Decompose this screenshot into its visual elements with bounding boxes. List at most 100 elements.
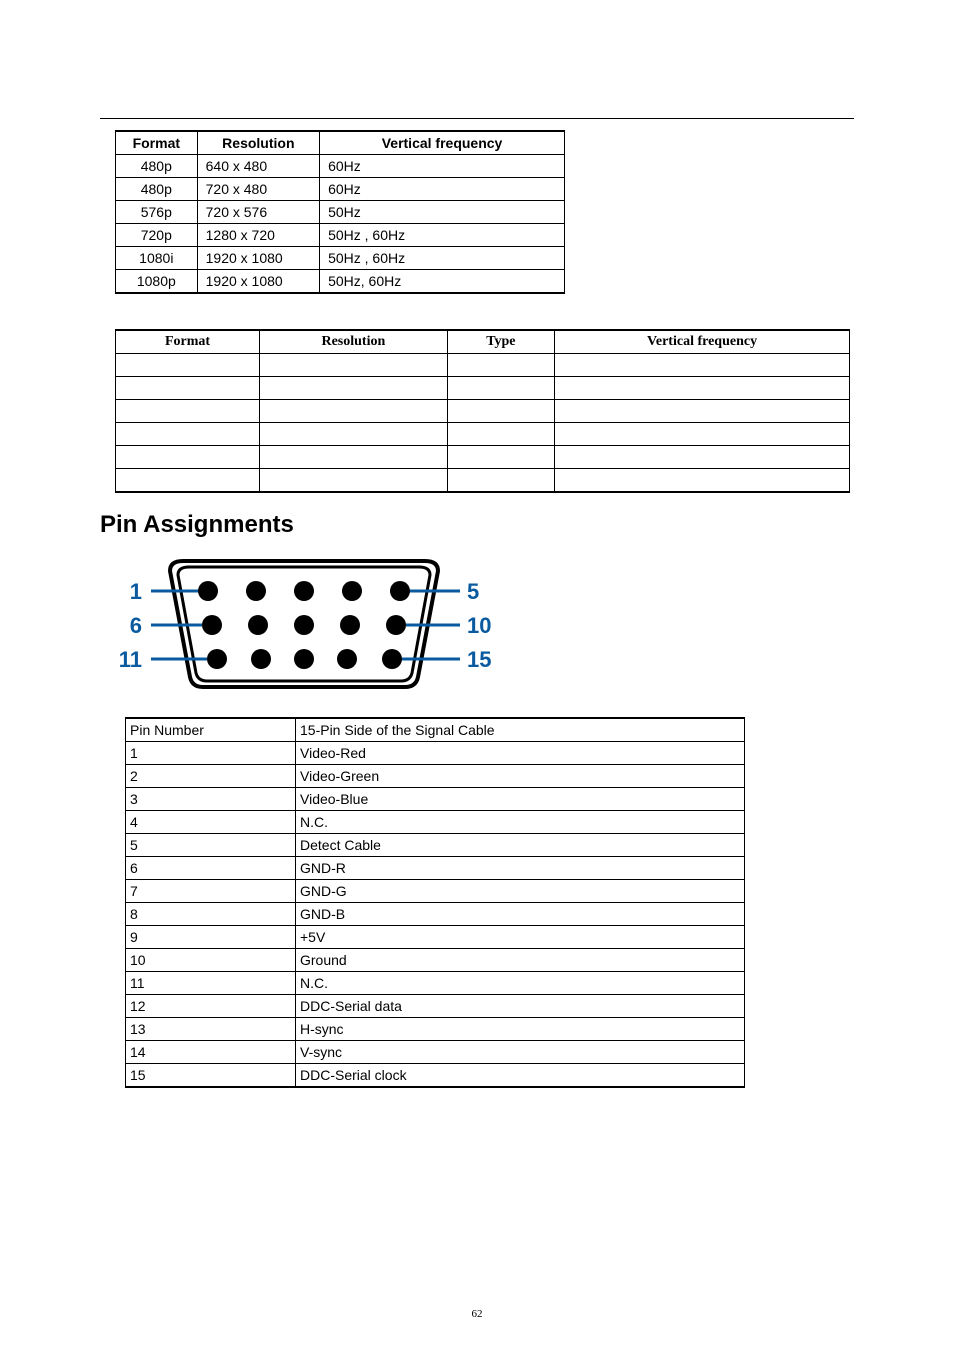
cell-pin: 10 (126, 949, 296, 972)
table-row: 13H-sync (126, 1018, 745, 1041)
cell-vf: 50Hz , 60Hz (320, 247, 565, 270)
page: Format Resolution Vertical frequency 480… (0, 0, 954, 1350)
cell-desc: +5V (296, 926, 745, 949)
cell-format: 480p (116, 178, 198, 201)
cell-pin: 5 (126, 834, 296, 857)
col-type: Type (447, 330, 554, 354)
cell-format: 1080i (116, 247, 198, 270)
pin-rows: 1Video-Red2Video-Green3Video-Blue4N.C.5D… (126, 742, 745, 1088)
secondary-format-table: Format Resolution Type Vertical frequenc… (115, 329, 850, 493)
cell-desc: H-sync (296, 1018, 745, 1041)
cell-vf: 50Hz , 60Hz (320, 224, 565, 247)
cell-pin: 13 (126, 1018, 296, 1041)
pin-label-6: 6 (130, 613, 142, 638)
cell-format (116, 377, 260, 400)
table-row: 6GND-R (126, 857, 745, 880)
table-row (116, 400, 850, 423)
cell-pin: 2 (126, 765, 296, 788)
cell-vf: 50Hz (320, 201, 565, 224)
cell-resolution (260, 469, 448, 493)
cell-desc: GND-R (296, 857, 745, 880)
cell-format (116, 400, 260, 423)
cell-vf (555, 446, 850, 469)
cell-vf (555, 377, 850, 400)
cell-pin: 8 (126, 903, 296, 926)
pin-diagram: 1 6 11 5 10 15 (115, 549, 495, 699)
table-row: 720p1280 x 72050Hz , 60Hz (116, 224, 565, 247)
pin-label-11: 11 (119, 647, 142, 672)
cell-format (116, 469, 260, 493)
cell-vf (555, 400, 850, 423)
table-row: 11N.C. (126, 972, 745, 995)
secondary-format-rows (116, 354, 850, 493)
cell-desc: DDC-Serial clock (296, 1064, 745, 1088)
cell-pin: 12 (126, 995, 296, 1018)
table-row: 480p720 x 48060Hz (116, 178, 565, 201)
pin-label-15: 15 (467, 647, 491, 672)
cell-pin: 11 (126, 972, 296, 995)
col-pin-number: Pin Number (126, 718, 296, 742)
table-row: 15DDC-Serial clock (126, 1064, 745, 1088)
col-resolution: Resolution (197, 131, 319, 155)
col-signal: 15-Pin Side of the Signal Cable (296, 718, 745, 742)
cell-format (116, 423, 260, 446)
cell-resolution: 1920 x 1080 (197, 247, 319, 270)
cell-format (116, 354, 260, 377)
table-row (116, 423, 850, 446)
video-format-rows: 480p640 x 48060Hz480p720 x 48060Hz576p72… (116, 155, 565, 294)
cell-pin: 7 (126, 880, 296, 903)
cell-type (447, 377, 554, 400)
cell-desc: N.C. (296, 972, 745, 995)
cell-desc: N.C. (296, 811, 745, 834)
cell-pin: 14 (126, 1041, 296, 1064)
table-row (116, 354, 850, 377)
table-row: 5Detect Cable (126, 834, 745, 857)
cell-vf (555, 469, 850, 493)
cell-pin: 1 (126, 742, 296, 765)
cell-vf (555, 354, 850, 377)
cell-resolution (260, 423, 448, 446)
page-number: 62 (0, 1308, 954, 1320)
cell-desc: Detect Cable (296, 834, 745, 857)
table-row: 1080p1920 x 108050Hz, 60Hz (116, 270, 565, 294)
cell-type (447, 446, 554, 469)
cell-desc: Video-Green (296, 765, 745, 788)
table-row: 14V-sync (126, 1041, 745, 1064)
col-resolution: Resolution (260, 330, 448, 354)
cell-desc: GND-G (296, 880, 745, 903)
cell-pin: 4 (126, 811, 296, 834)
cell-resolution: 1920 x 1080 (197, 270, 319, 294)
cell-desc: Video-Red (296, 742, 745, 765)
cell-type (447, 400, 554, 423)
video-format-table-wrap: Format Resolution Vertical frequency 480… (115, 130, 894, 294)
table-row: 576p720 x 57650Hz (116, 201, 565, 224)
table-row: 12DDC-Serial data (126, 995, 745, 1018)
cell-pin: 15 (126, 1064, 296, 1088)
cell-resolution (260, 377, 448, 400)
cell-format (116, 446, 260, 469)
table-row: 4N.C. (126, 811, 745, 834)
pin-label-5: 5 (467, 579, 479, 604)
video-format-table: Format Resolution Vertical frequency 480… (115, 130, 565, 294)
cell-resolution: 640 x 480 (197, 155, 319, 178)
cell-format: 720p (116, 224, 198, 247)
table-row: 480p640 x 48060Hz (116, 155, 565, 178)
table-row: 1Video-Red (126, 742, 745, 765)
cell-resolution: 720 x 480 (197, 178, 319, 201)
table-row: 10Ground (126, 949, 745, 972)
cell-format: 1080p (116, 270, 198, 294)
cell-resolution (260, 446, 448, 469)
cell-resolution: 720 x 576 (197, 201, 319, 224)
col-format: Format (116, 131, 198, 155)
cell-format: 576p (116, 201, 198, 224)
table-row: 2Video-Green (126, 765, 745, 788)
cell-pin: 3 (126, 788, 296, 811)
cell-desc: GND-B (296, 903, 745, 926)
col-format: Format (116, 330, 260, 354)
table-row (116, 446, 850, 469)
cell-resolution (260, 354, 448, 377)
pin-assignments-heading: Pin Assignments (100, 511, 894, 539)
cell-type (447, 423, 554, 446)
cell-resolution: 1280 x 720 (197, 224, 319, 247)
cell-pin: 9 (126, 926, 296, 949)
